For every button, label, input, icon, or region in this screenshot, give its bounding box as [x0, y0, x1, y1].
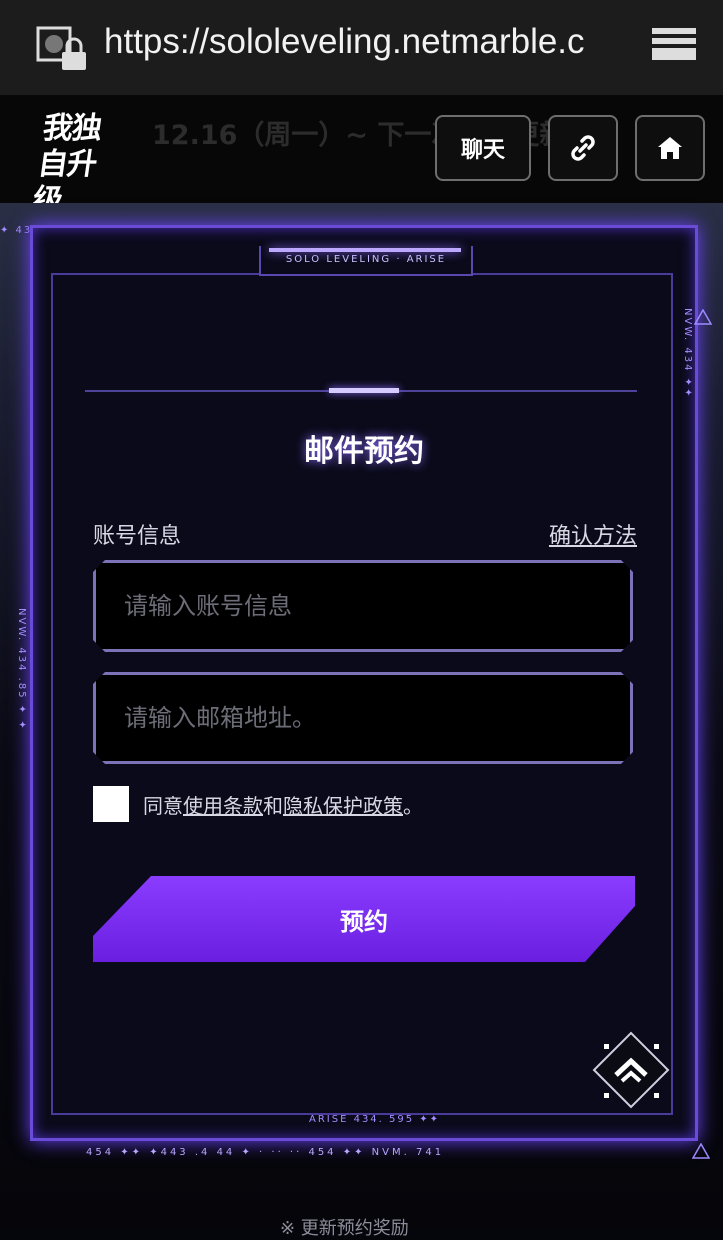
chat-label: 聊天 [460, 138, 505, 163]
tabs-icon[interactable] [650, 24, 698, 64]
agree-checkbox[interactable] [93, 786, 129, 822]
reserve-button[interactable]: 预约 [93, 876, 635, 962]
account-input[interactable] [96, 563, 630, 649]
panel-side-deco-left: NVW. 434 .85 ✦ ✦ [16, 608, 27, 731]
home-button[interactable] [635, 115, 705, 181]
scroll-top-button[interactable] [592, 1031, 670, 1109]
next-section-text: ※ 更新预约奖励 [280, 1218, 409, 1239]
game-logo[interactable]: 我独自升级 [31, 107, 120, 218]
panel-bottom-deco: ARISE 434. 595 ✦✦ [309, 1114, 441, 1125]
site-header: 我独自升级 12.16（周一）~ 下一次剧情更新时 聊天 [0, 95, 723, 218]
panel-top-glow [269, 248, 461, 252]
footer-deco-text: 454 ✦✦ ✦443 .4 44 ✦ · ·· ·· 454 ✦✦ NVM. … [86, 1147, 445, 1158]
link-icon [571, 135, 595, 161]
main-stage: ✦ 434.4595 ▪ ▪ SOLO LEVELING · ARISE 邮件预… [0, 203, 723, 1228]
title-notch [329, 388, 399, 393]
warning-icon [692, 1143, 710, 1159]
email-input-frame [93, 672, 633, 764]
browser-address-bar: https://sololeveling.netmarble.c [0, 0, 723, 95]
agree-mid: 和 [263, 793, 283, 818]
privacy-link[interactable]: 隐私保护政策 [283, 790, 403, 819]
email-input[interactable] [96, 675, 630, 761]
panel-title: 邮件预约 [304, 434, 424, 469]
share-link-button[interactable] [548, 115, 618, 181]
agree-prefix: 同意 [143, 793, 183, 818]
panel-side-deco-right: NVW. 434 ✦✦ [682, 308, 693, 399]
warning-icon [694, 309, 712, 325]
agree-row: 同意 使用条款 和 隐私保护政策 。 [93, 786, 423, 822]
confirm-method-link[interactable]: 确认方法 [549, 518, 637, 550]
url-text[interactable]: https://sololeveling.netmarble.c [104, 22, 619, 62]
account-input-frame [93, 560, 633, 652]
reservation-panel: SOLO LEVELING · ARISE 邮件预约 账号信息 确认方法 同意 … [16, 225, 698, 1141]
home-icon [658, 137, 682, 159]
site-security-icon[interactable] [36, 26, 88, 74]
reserve-label: 预约 [340, 907, 388, 936]
chat-button[interactable]: 聊天 [435, 115, 531, 181]
terms-link[interactable]: 使用条款 [183, 790, 263, 819]
account-label: 账号信息 [93, 524, 182, 549]
agree-suffix: 。 [403, 793, 423, 818]
